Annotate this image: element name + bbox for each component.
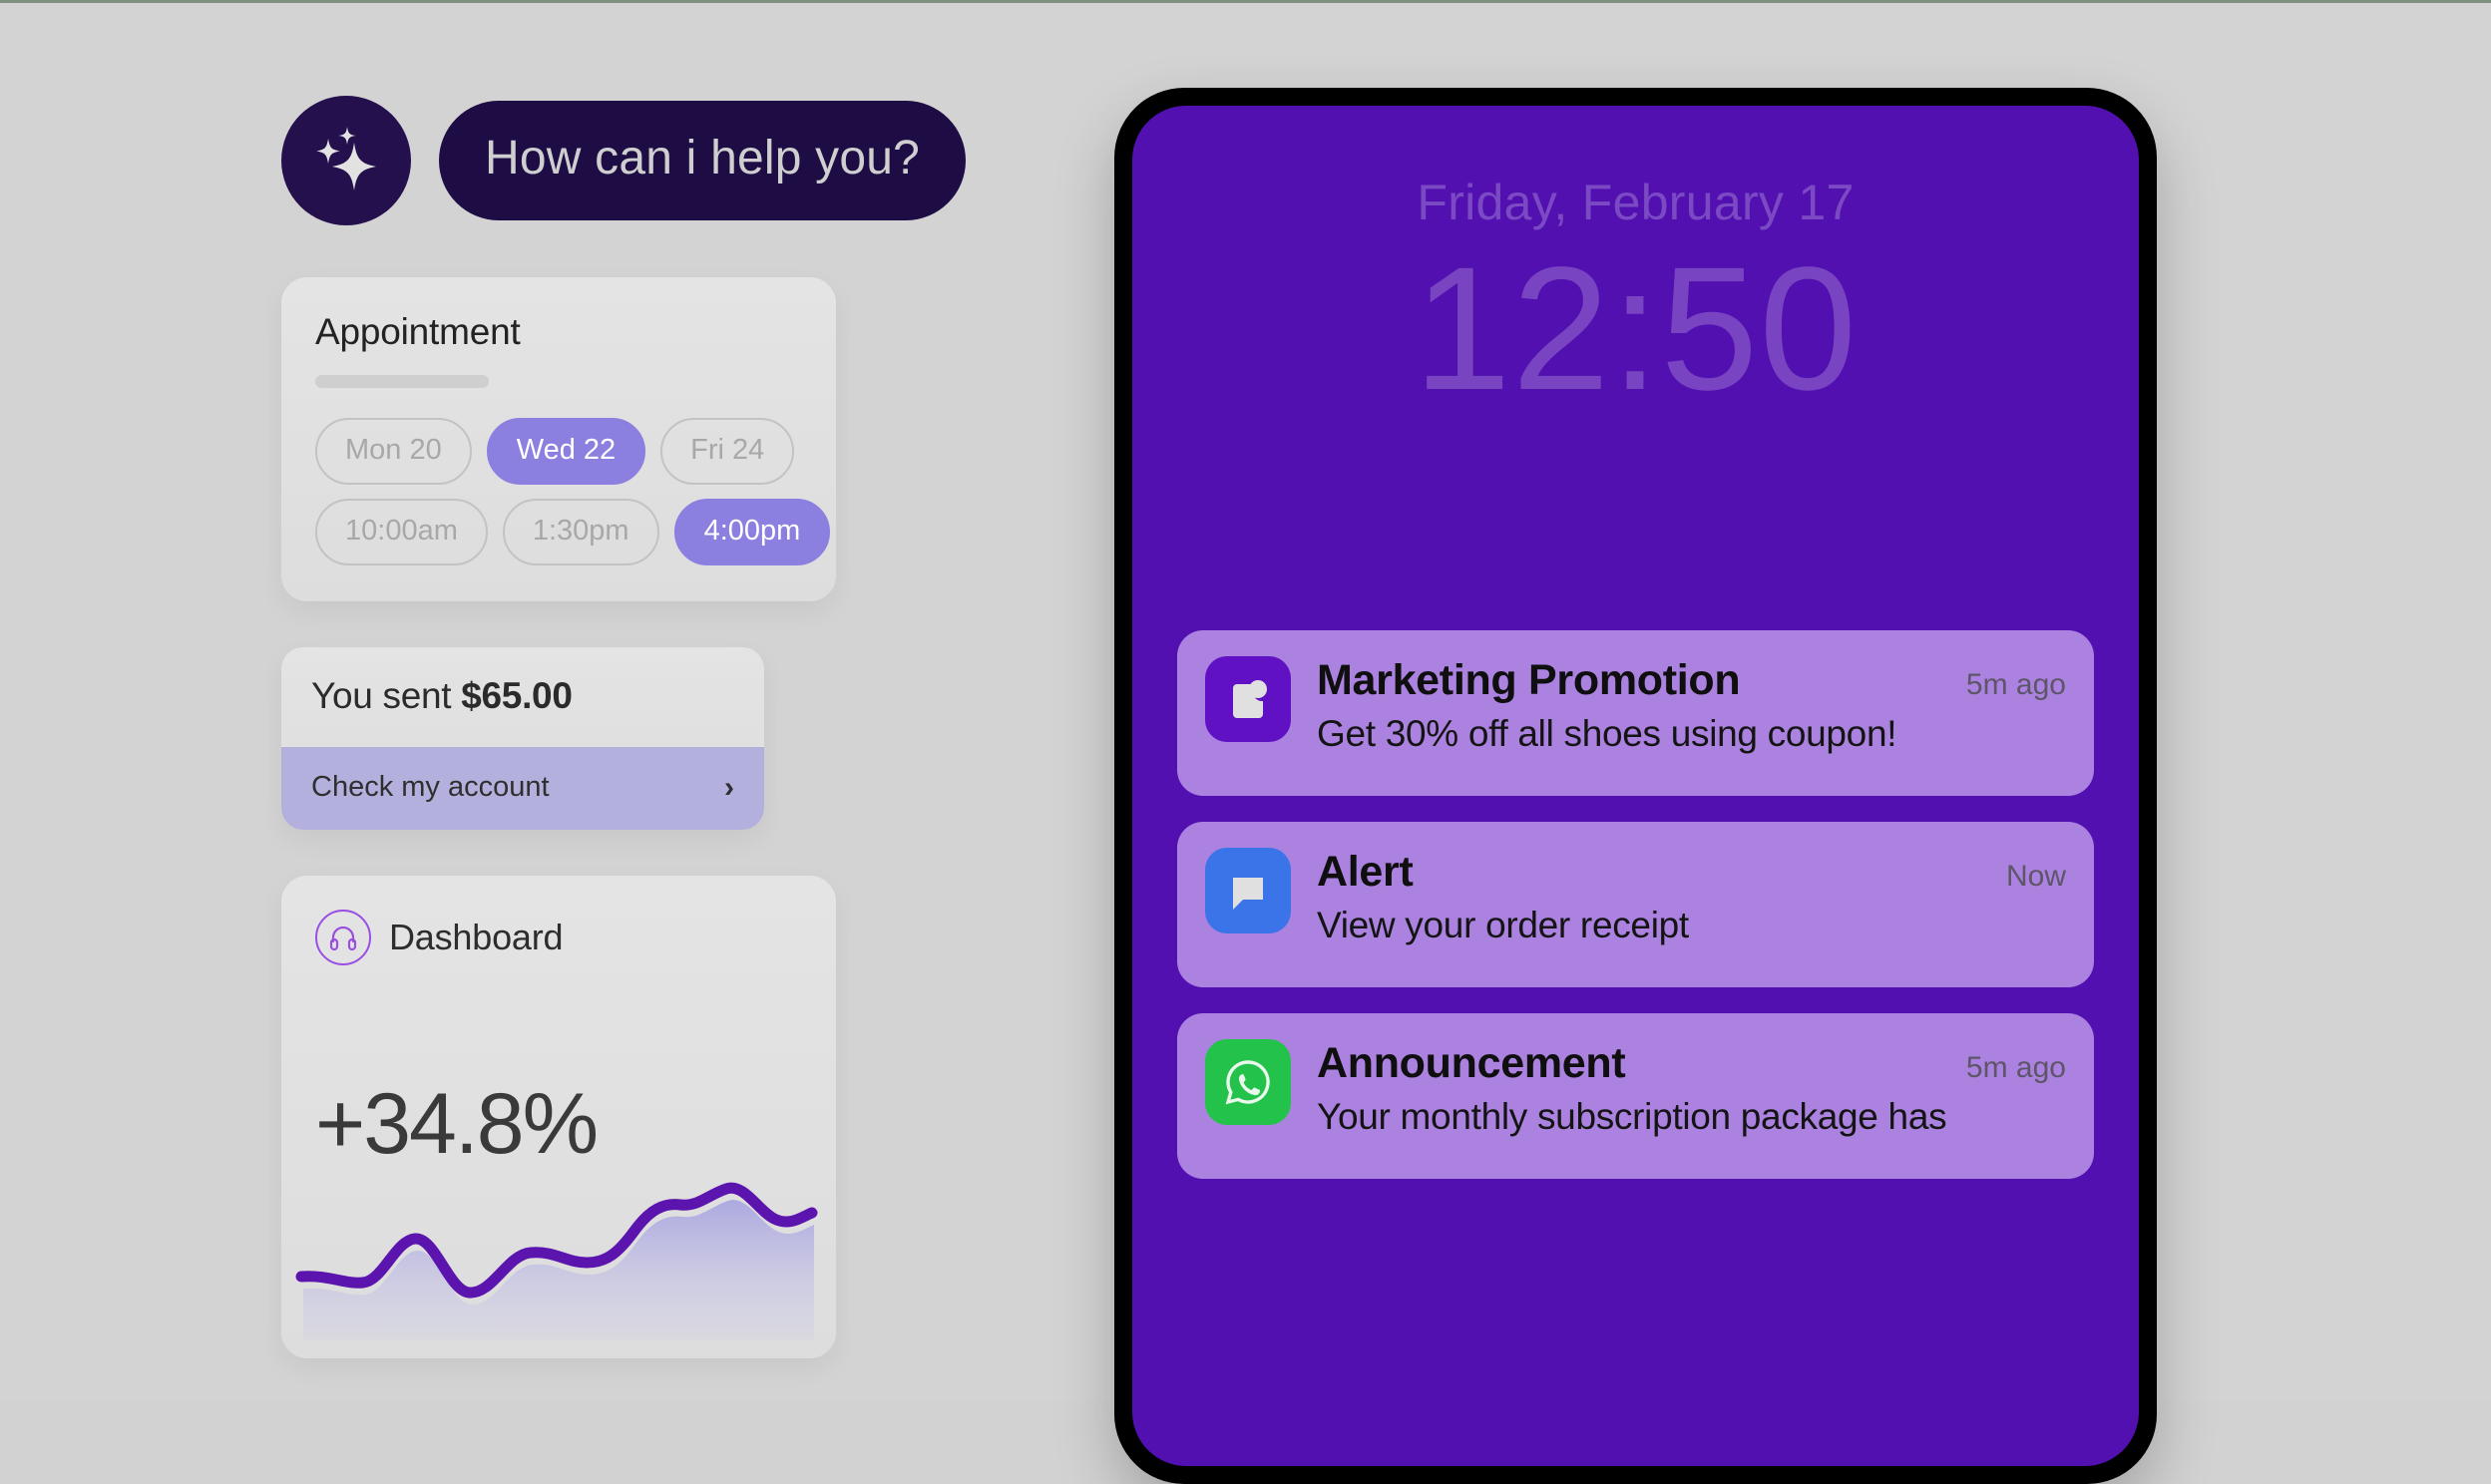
notification-title: Alert	[1317, 848, 1414, 896]
canvas: How can i help you? Appointment Mon 20 W…	[0, 0, 2491, 1484]
notification-text: View your order receipt	[1317, 905, 1689, 945]
dashboard-card[interactable]: Dashboard +34.8%	[281, 876, 836, 1358]
appointment-time-options: 10:00am 1:30pm 4:00pm	[315, 499, 831, 565]
notification-header: Alert Now	[1317, 848, 2066, 897]
notification-body: Alert Now View your order receipt	[1317, 848, 2066, 946]
check-my-account-button[interactable]: Check my account ›	[281, 747, 764, 830]
assistant-panel: How can i help you? Appointment Mon 20 W…	[281, 96, 967, 1358]
top-border-line	[0, 0, 2491, 3]
payment-prefix-label: You sent	[311, 675, 462, 716]
chevron-right-icon: ›	[724, 770, 734, 804]
day-option-mon-20[interactable]: Mon 20	[315, 418, 472, 485]
lock-screen-date: Friday, February 17	[1417, 175, 1855, 230]
whatsapp-icon	[1205, 1039, 1291, 1125]
app-placeholder-icon	[1205, 656, 1291, 742]
notification-body: Announcement 5m ago Your monthly subscri…	[1317, 1039, 2066, 1138]
message-bubble-icon	[1205, 848, 1291, 933]
notification-timestamp: Now	[2005, 860, 2066, 893]
day-option-wed-22[interactable]: Wed 22	[486, 418, 646, 485]
assistant-avatar	[281, 96, 411, 225]
notification-list: Marketing Promotion 5m ago Get 30% off a…	[1177, 630, 2094, 1205]
appointment-card: Appointment Mon 20 Wed 22 Fri 24 10:00am…	[281, 277, 836, 601]
payment-summary: You sent $65.00	[281, 647, 764, 747]
notification-item-alert[interactable]: Alert Now View your order receipt	[1177, 822, 2094, 987]
appointment-placeholder-bar	[315, 375, 489, 388]
assistant-message-bubble: How can i help you?	[439, 101, 967, 220]
notification-header: Announcement 5m ago	[1317, 1039, 2066, 1088]
dashboard-label: Dashboard	[389, 917, 564, 957]
dashboard-percent-value: +34.8%	[315, 1076, 599, 1172]
notification-body: Marketing Promotion 5m ago Get 30% off a…	[1317, 656, 2066, 755]
payment-amount: $65.00	[461, 675, 573, 716]
day-option-fri-24[interactable]: Fri 24	[660, 418, 795, 485]
time-option-1000am[interactable]: 10:00am	[315, 499, 488, 565]
notification-item-marketing-promotion[interactable]: Marketing Promotion 5m ago Get 30% off a…	[1177, 630, 2094, 796]
phone-mockup: Friday, February 17 12:50 Marketing Prom…	[1114, 88, 2157, 1484]
time-option-130pm[interactable]: 1:30pm	[502, 499, 659, 565]
notification-timestamp: 5m ago	[1965, 668, 2066, 701]
notification-text: Your monthly subscription package has	[1317, 1096, 1947, 1137]
notification-header: Marketing Promotion 5m ago	[1317, 656, 2066, 705]
sparkles-icon	[304, 119, 388, 202]
notification-timestamp: 5m ago	[1965, 1051, 2066, 1084]
phone-screen: Friday, February 17 12:50 Marketing Prom…	[1132, 106, 2139, 1466]
time-option-400pm[interactable]: 4:00pm	[673, 499, 831, 565]
headphones-icon	[315, 910, 371, 965]
check-my-account-label: Check my account	[311, 771, 550, 803]
assistant-header: How can i help you?	[281, 96, 967, 225]
notification-title: Marketing Promotion	[1317, 656, 1741, 704]
notification-text: Get 30% off all shoes using coupon!	[1317, 713, 1897, 754]
notification-title: Announcement	[1317, 1039, 1626, 1087]
appointment-title: Appointment	[315, 311, 521, 352]
notification-item-announcement[interactable]: Announcement 5m ago Your monthly subscri…	[1177, 1013, 2094, 1179]
lock-screen-time: 12:50	[1413, 231, 1859, 427]
payment-card: You sent $65.00 Check my account ›	[281, 647, 764, 830]
appointment-day-options: Mon 20 Wed 22 Fri 24	[315, 418, 802, 485]
dashboard-header: Dashboard	[281, 910, 836, 965]
dashboard-sparkline-chart	[295, 1182, 818, 1340]
